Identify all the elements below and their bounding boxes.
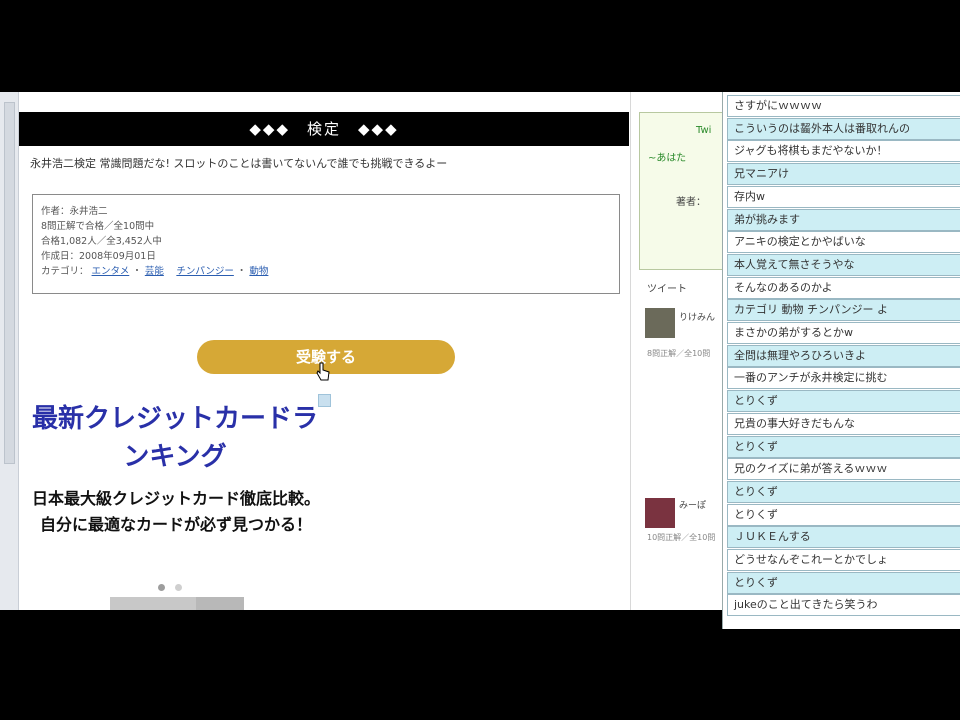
left-scrollbar[interactable] xyxy=(0,92,19,610)
quiz-description: 永井浩二検定 常識問題だな! スロットのことは書いてないんで誰でも挑戦できるよー xyxy=(30,157,448,170)
comment-row: jukeのこと出てきたら笑うわ xyxy=(727,594,960,617)
tweet-text: 8問正解／全10問 xyxy=(647,349,711,358)
category-link-animal[interactable]: 動物 xyxy=(249,266,268,277)
comment-row: とりくず xyxy=(727,435,960,458)
comment-row: ジャグも将棋もまだやないか！ xyxy=(727,140,960,163)
comment-row: どうせなんぞこれーとかでしょ xyxy=(727,549,960,571)
comment-row: 本人覚えて無さそうやな xyxy=(727,253,960,276)
hand-cursor-icon xyxy=(316,362,330,381)
comment-row: とりくず xyxy=(727,571,960,594)
avatar[interactable] xyxy=(645,498,675,528)
comment-row: 兄のクイズに弟が答えるｗｗｗ xyxy=(727,458,960,481)
category-row: カテゴリ： エンタメ ・ 芸能 チンパンジー ・ 動物 xyxy=(41,266,269,277)
comment-row: 存内w xyxy=(727,185,960,208)
category-link-entertainment[interactable]: エンタメ xyxy=(92,266,130,277)
comment-row: とりくず xyxy=(727,480,960,503)
sidebar-green-text: ~あはた xyxy=(648,153,687,164)
category-link-geinou[interactable]: 芸能 xyxy=(145,266,164,277)
comment-list: さすがにｗｗｗｗ こういうのは齧外本人は番取れんの ジャグも将棋もまだやないか！ 兄マ… xyxy=(722,92,960,629)
comment-row: 一番のアンチが永井検定に挑む xyxy=(727,367,960,390)
sidebar-green-text: Twi xyxy=(696,125,712,136)
comment-row: ＪＵＫＥんする xyxy=(727,526,960,549)
category-link-chimpanzee[interactable]: チンパンジー xyxy=(176,266,233,277)
scroll-thumb[interactable] xyxy=(110,597,196,610)
category-label: カテゴリ： xyxy=(41,266,89,277)
author-text: 作者：永井浩二 xyxy=(41,206,108,217)
comment-row: そんなのあるのかよ xyxy=(727,276,960,299)
ad-title[interactable]: 最新クレジットカードランキング xyxy=(30,400,320,476)
avatar[interactable] xyxy=(645,308,675,338)
sidebar-author-text: 著者： xyxy=(676,197,706,208)
ad-carousel-dots[interactable] xyxy=(158,576,192,595)
comment-row: こういうのは齧外本人は番取れんの xyxy=(727,117,960,140)
comment-row: まさかの弟がするとかw xyxy=(727,322,960,344)
tweet-user-name[interactable]: りけみん xyxy=(679,310,715,323)
comment-row: とりくず xyxy=(727,390,960,413)
comment-row: カテゴリ 動物 チンパンジー よ xyxy=(727,299,960,322)
date-text: 作成日：2008年09月01日 xyxy=(41,251,156,262)
tweet-text: 10問正解／全10問 xyxy=(647,533,716,542)
horizontal-scrollbar[interactable] xyxy=(110,597,244,610)
comment-row: 兄マニアけ xyxy=(727,163,960,186)
comment-row: 兄貴の事大好きだもんな xyxy=(727,412,960,435)
comment-row: 全問は無理やろひろいきよ xyxy=(727,344,960,367)
tweet-user-name[interactable]: みーぽ xyxy=(679,498,706,511)
browser-page: ◆◆◆ 検定 ◆◆◆ 永井浩二検定 常識問題だな! スロットのことは書いてないん… xyxy=(0,92,722,610)
comment-row: 弟が挑みます xyxy=(727,208,960,231)
sidebar-info-box: Twi ~あはた 著者： xyxy=(639,112,722,270)
comment-row: とりくず xyxy=(727,503,960,526)
tweet-label: ツイート xyxy=(647,284,687,295)
comment-row: アニキの検定とかやばいな xyxy=(727,231,960,254)
pass-rule-text: 8問正解で合格／全10問中 xyxy=(41,221,155,232)
carousel-dot[interactable] xyxy=(175,584,182,591)
scroll-thumb[interactable] xyxy=(4,102,15,464)
page-title: ◆◆◆ 検定 ◆◆◆ xyxy=(19,112,629,146)
passers-text: 合格1,082人／全3,452人中 xyxy=(41,236,162,247)
comment-row: さすがにｗｗｗｗ xyxy=(727,95,960,117)
carousel-dot[interactable] xyxy=(158,584,165,591)
right-sidebar: Twi ~あはた 著者： ツイート りけみん 8問正解／全10問 みーぽ 10問… xyxy=(630,92,722,610)
quiz-info-box: 作者：永井浩二 8問正解で合格／全10問中 合格1,082人／全3,452人中 … xyxy=(32,194,620,294)
ad-body[interactable]: 日本最大級クレジットカード徹底比較。自分に最適なカードが必ず見つかる！ xyxy=(30,486,322,538)
